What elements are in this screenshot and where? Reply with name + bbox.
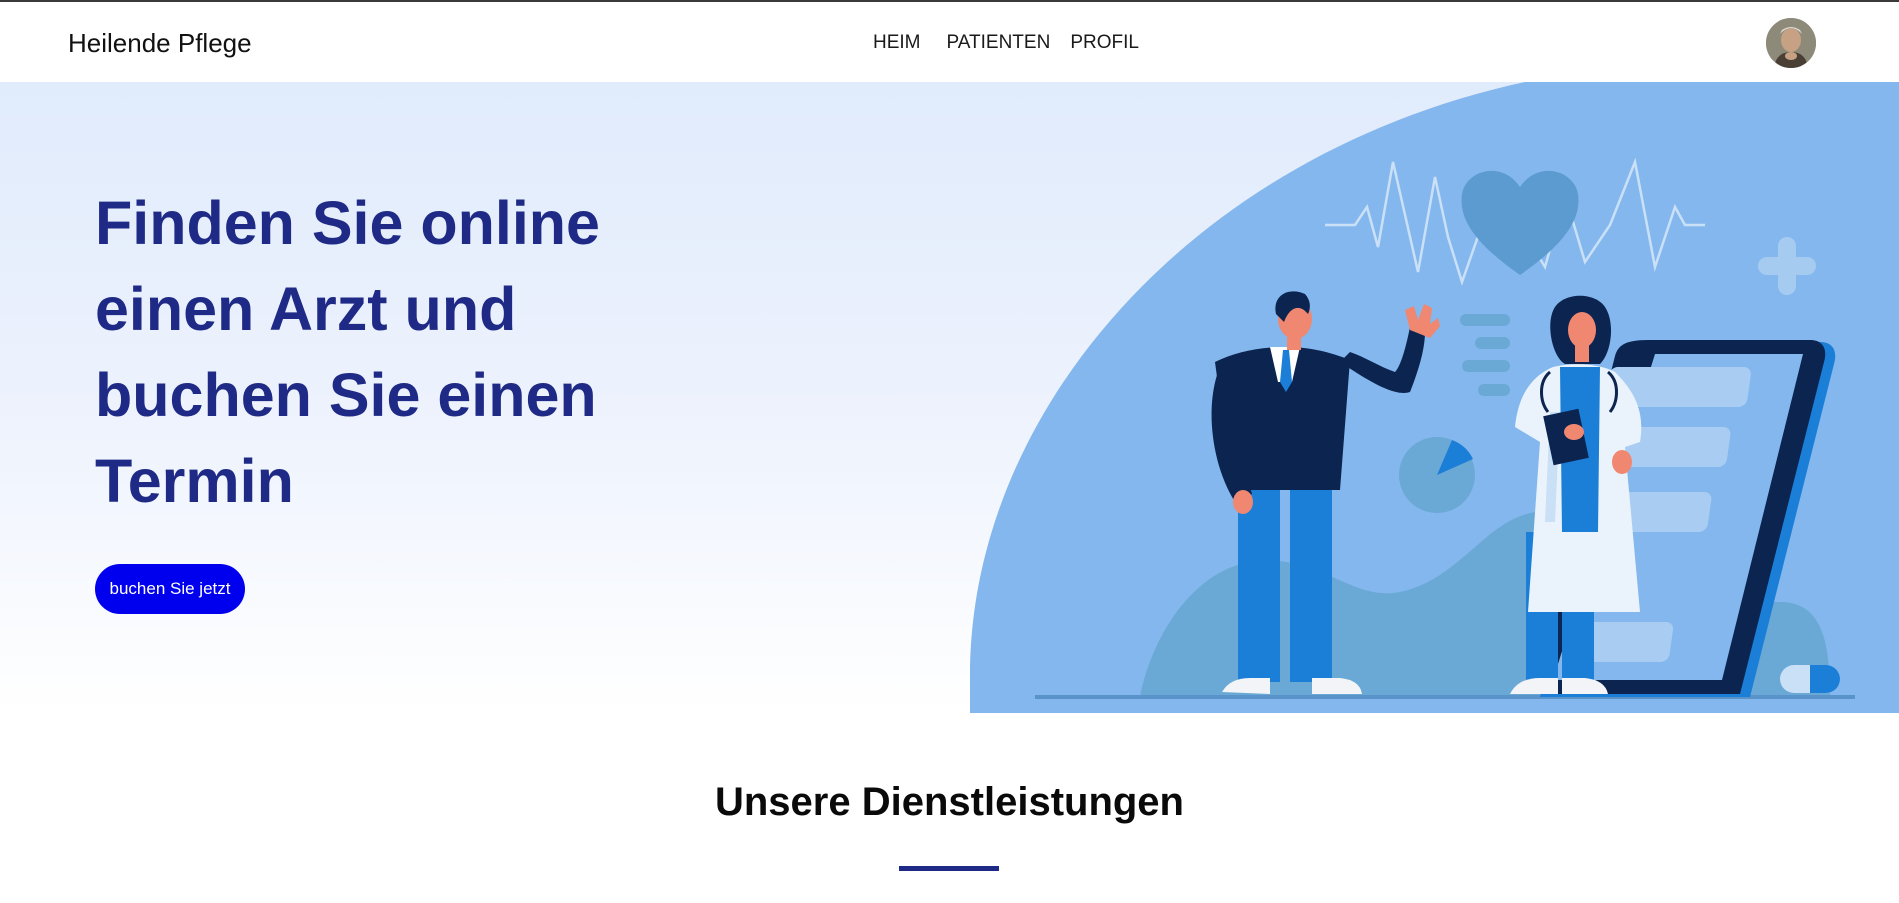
pill-icon xyxy=(1780,665,1840,693)
hero-title: Finden Sie online einen Arzt und buchen … xyxy=(95,189,600,515)
nav-item-heim[interactable]: HEIM xyxy=(873,32,921,54)
pie-chart-icon xyxy=(1399,437,1475,513)
services-title-underline xyxy=(899,866,999,871)
avatar-icon xyxy=(1766,18,1816,68)
book-now-button[interactable]: buchen Sie jetzt xyxy=(95,564,245,614)
nav-item-patienten[interactable]: PATIENTEN xyxy=(947,32,1051,54)
services-title: Unsere Dienstleistungen xyxy=(714,780,1184,824)
hero-section: Finden Sie online einen Arzt und buchen … xyxy=(0,82,1899,713)
brand-logo[interactable]: Heilende Pflege xyxy=(68,28,252,59)
nav-item-profil[interactable]: PROFIL xyxy=(1070,32,1139,54)
nav-links: HEIM PATIENTEN PROFIL xyxy=(873,32,1139,54)
navbar: Heilende Pflege HEIM PATIENTEN PROFIL xyxy=(0,2,1899,82)
user-avatar[interactable] xyxy=(1766,18,1816,68)
